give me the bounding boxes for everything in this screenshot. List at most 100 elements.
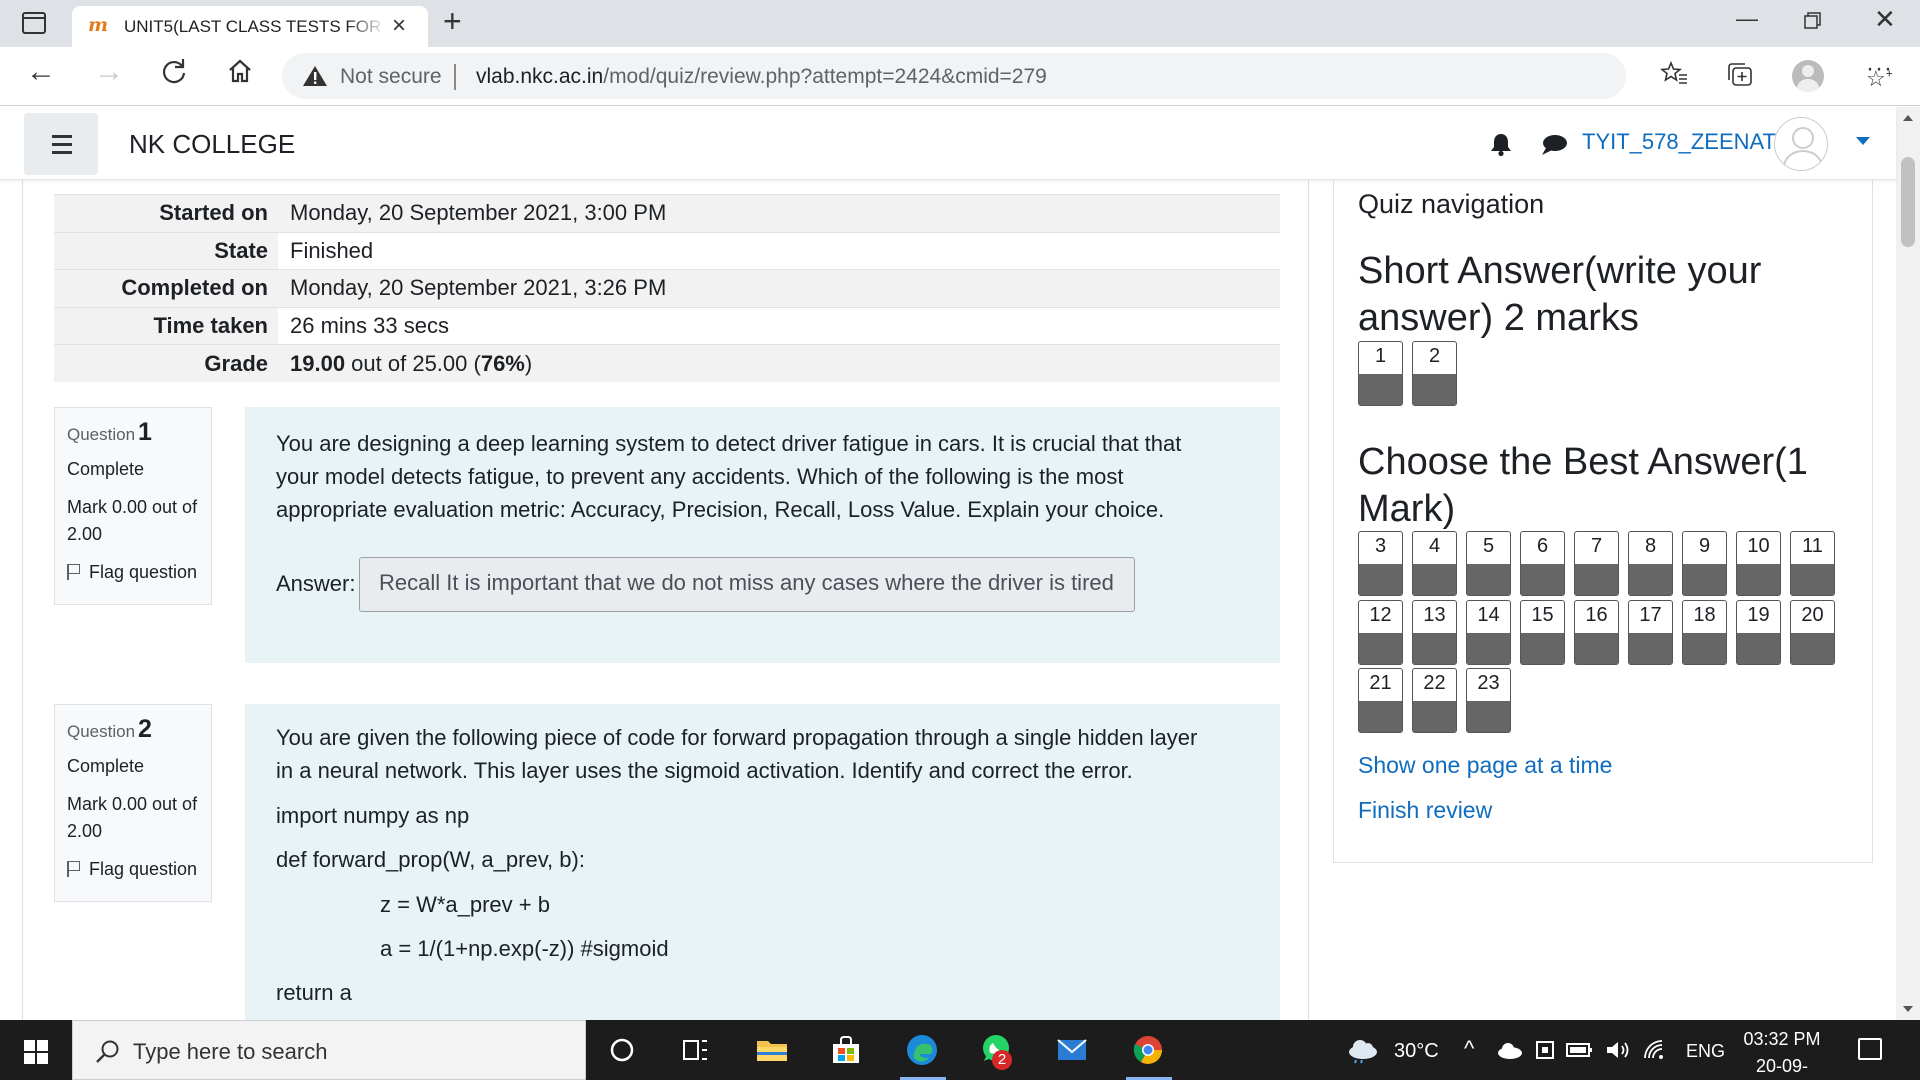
search-placeholder: Type here to search (133, 1039, 328, 1064)
taskbar-search[interactable]: Type here to search (72, 1020, 586, 1080)
moodle-favicon-icon: m (88, 14, 109, 36)
mail-icon[interactable] (1054, 1032, 1090, 1068)
question-mark: Mark 0.00 out of 2.00 (67, 497, 198, 544)
quiz-nav-button[interactable]: 16 (1574, 600, 1619, 665)
microsoft-store-icon[interactable] (828, 1032, 864, 1068)
show-one-page-link[interactable]: Show one page at a time (1358, 752, 1612, 779)
tab-close-icon[interactable]: × (392, 12, 406, 40)
finish-review-link[interactable]: Finish review (1358, 797, 1492, 824)
summary-value: Monday, 20 September 2021, 3:26 PM (278, 269, 1280, 308)
browser-tab-active[interactable]: m UNIT5(LAST CLASS TESTS FOR AI × (72, 6, 428, 47)
user-menu-name[interactable]: TYIT_578_ZEENAT . (1582, 129, 1788, 155)
address-bar[interactable]: Not secure vlab.nkc.ac.in/mod/quiz/revie… (282, 53, 1893, 99)
warning-icon[interactable] (302, 64, 328, 88)
quiz-nav-button[interactable]: 14 (1466, 600, 1511, 665)
menu-toggle-button[interactable] (24, 113, 98, 175)
quiz-nav-button[interactable]: 4 (1412, 531, 1457, 596)
collections-icon[interactable] (1726, 61, 1754, 91)
quiz-nav-button[interactable]: 10 (1736, 531, 1781, 596)
tab-title: UNIT5(LAST CLASS TESTS FOR AI (124, 17, 386, 36)
user-avatar[interactable] (1774, 117, 1828, 171)
summary-row-grade: Grade 19.00 out of 25.00 (76%) (54, 344, 1280, 383)
quiz-nav-button[interactable]: 7 (1574, 531, 1619, 596)
window-close-icon[interactable]: ✕ (1874, 4, 1896, 35)
minimize-icon[interactable]: — (1736, 6, 1758, 32)
cortana-icon[interactable] (604, 1032, 640, 1068)
task-view-icon[interactable] (678, 1032, 714, 1068)
file-explorer-icon[interactable] (754, 1032, 790, 1068)
flag-question-link[interactable]: Flag question (67, 562, 211, 583)
chrome-icon[interactable] (1130, 1032, 1166, 1068)
windows-start-icon[interactable] (24, 1040, 48, 1064)
flag-question-link[interactable]: Flag question (67, 859, 211, 880)
restore-icon[interactable] (1804, 10, 1822, 36)
show-hidden-icons-chevron-up-icon[interactable]: ^ (1464, 1036, 1474, 1062)
search-icon (96, 1040, 119, 1063)
quiz-nav-button[interactable]: 21 (1358, 668, 1403, 733)
notifications-bell-icon[interactable] (1488, 131, 1514, 157)
volume-icon[interactable] (1604, 1038, 1632, 1062)
grade-label: Grade (54, 344, 278, 383)
meet-now-icon[interactable] (1534, 1038, 1556, 1062)
quiz-nav-button[interactable]: 22 (1412, 668, 1457, 733)
wifi-icon[interactable] (1642, 1038, 1668, 1062)
quiz-navigation-title: Quiz navigation (1358, 189, 1545, 219)
summary-row: Time taken 26 mins 33 secs (54, 306, 1280, 345)
section-title-best-answer: Choose the Best Answer(1 Mark) (1358, 441, 1808, 530)
page-scrollbar[interactable] (1896, 107, 1920, 1020)
question-text: You are given the following piece of cod… (276, 725, 1198, 783)
windows-taskbar: Type here to search 2 30°C ^ ENG 03:32 P… (0, 1020, 1920, 1080)
quiz-nav-button[interactable]: 11 (1790, 531, 1835, 596)
summary-row: Completed on Monday, 20 September 2021, … (54, 269, 1280, 308)
summary-value: 26 mins 33 secs (278, 306, 1280, 345)
question-text: You are designing a deep learning system… (276, 431, 1182, 522)
answer-field[interactable]: Recall It is important that we do not mi… (359, 557, 1135, 612)
quiz-nav-button[interactable]: 13 (1412, 600, 1457, 665)
quiz-nav-button[interactable]: 2 (1412, 341, 1457, 406)
scroll-down-icon[interactable] (1903, 1006, 1913, 1012)
messages-chat-icon[interactable] (1540, 133, 1568, 157)
scrollbar-thumb[interactable] (1901, 157, 1915, 247)
url-text[interactable]: vlab.nkc.ac.in/mod/quiz/review.php?attem… (476, 65, 1047, 89)
action-center-icon[interactable] (1858, 1038, 1882, 1060)
quiz-nav-button[interactable]: 17 (1628, 600, 1673, 665)
battery-icon[interactable] (1566, 1040, 1594, 1060)
answer-label: Answer: (276, 571, 356, 596)
question-state: Complete (67, 756, 145, 776)
flag-icon (67, 564, 81, 580)
onedrive-icon[interactable] (1496, 1040, 1524, 1060)
quiz-nav-button[interactable]: 15 (1520, 600, 1565, 665)
site-name[interactable]: NK COLLEGE (129, 129, 295, 160)
quiz-nav-button[interactable]: 1 (1358, 341, 1403, 406)
question-state: Complete (67, 459, 145, 479)
profile-icon[interactable] (1792, 60, 1824, 92)
quiz-nav-button[interactable]: 12 (1358, 600, 1403, 665)
edge-browser-icon[interactable] (904, 1032, 940, 1068)
quiz-nav-button[interactable]: 6 (1520, 531, 1565, 596)
refresh-icon[interactable] (160, 57, 188, 91)
quiz-nav-button[interactable]: 20 (1790, 600, 1835, 665)
taskbar-clock[interactable]: 03:32 PM 20-09-2021 (1736, 1026, 1828, 1080)
favorites-icon[interactable] (1659, 60, 1688, 91)
weather-temperature[interactable]: 30°C (1394, 1040, 1439, 1063)
quiz-nav-button[interactable]: 23 (1466, 668, 1511, 733)
home-icon[interactable] (226, 57, 254, 91)
more-options-icon[interactable]: ··· (1866, 57, 1893, 81)
new-tab-icon[interactable]: + (443, 3, 462, 40)
tab-actions-icon[interactable] (22, 12, 46, 34)
quiz-nav-button[interactable]: 9 (1682, 531, 1727, 596)
grade-value: 19.00 out of 25.00 (76%) (278, 344, 1280, 383)
quiz-nav-button[interactable]: 19 (1736, 600, 1781, 665)
quiz-nav-button[interactable]: 3 (1358, 531, 1403, 596)
weather-cloud-icon[interactable] (1346, 1034, 1380, 1064)
security-label[interactable]: Not secure (340, 65, 442, 89)
forward-icon[interactable]: → (94, 57, 124, 87)
input-language[interactable]: ENG (1686, 1041, 1725, 1062)
user-menu-caret-icon[interactable] (1856, 137, 1870, 145)
scroll-up-icon[interactable] (1903, 115, 1913, 121)
quiz-nav-button[interactable]: 8 (1628, 531, 1673, 596)
summary-row: State Finished (54, 231, 1280, 270)
back-icon[interactable]: ← (26, 57, 56, 87)
quiz-nav-button[interactable]: 18 (1682, 600, 1727, 665)
quiz-nav-button[interactable]: 5 (1466, 531, 1511, 596)
